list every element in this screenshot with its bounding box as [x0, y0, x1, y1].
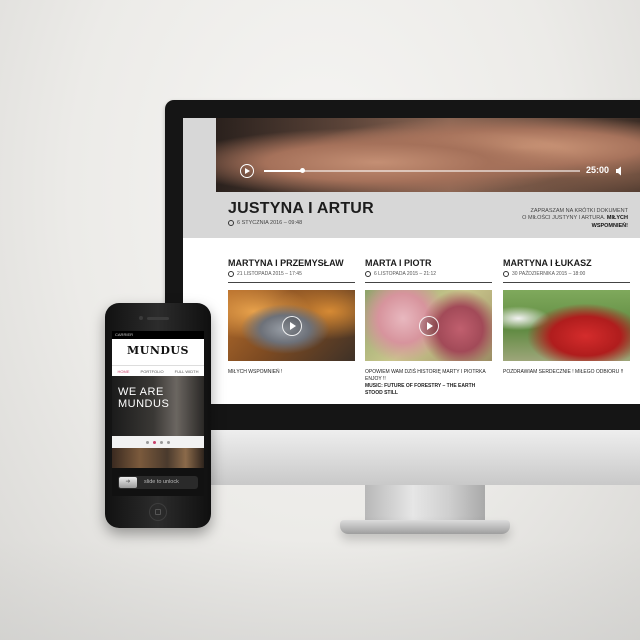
hero-line-2: MUNDUS	[118, 398, 170, 410]
progress-handle[interactable]	[299, 168, 305, 173]
featured-post-date-text: 6 STYCZNIA 2016 – 09:48	[237, 220, 303, 226]
progress-fill	[264, 170, 302, 172]
post-thumbnail[interactable]	[228, 290, 355, 361]
mobile-thumbnail-strip	[112, 448, 204, 468]
play-icon[interactable]	[418, 315, 439, 336]
monitor-chin	[165, 430, 640, 485]
post-card: MARTYNA I ŁUKASZ 30 PAŹDZIERNIKA 2015 – …	[503, 258, 630, 376]
post-date-text: 6 LISTOPADA 2015 – 21:12	[374, 271, 437, 277]
progress-bar[interactable]	[264, 168, 580, 173]
hero-line-1: WE ARE	[118, 386, 164, 398]
posts-grid: MARTYNA I PRZEMYSŁAW 21 LISTOPADA 2015 –…	[228, 258, 640, 404]
carousel-dot-active[interactable]	[153, 440, 156, 444]
post-excerpt: POZDRAWIAM SERDECZNIE ! MIŁEGO ODBIORU !…	[503, 369, 624, 375]
nav-item-home[interactable]: HOME	[118, 369, 130, 374]
featured-post-intro: ZAPRASZAM NA KRÓTKI DOKUMENT O MIŁOŚCI J…	[488, 208, 628, 230]
intro-line-2: O MIŁOŚCI JUSTYNY I ARTURA.	[522, 215, 606, 222]
clock-icon	[228, 271, 234, 277]
post-title[interactable]: MARTA I PIOTR	[365, 258, 492, 268]
play-icon[interactable]	[281, 315, 302, 336]
divider	[365, 282, 492, 283]
player-time: 25:00	[586, 165, 610, 175]
mundus-logo[interactable]: MUNDUS	[112, 344, 204, 357]
divider	[228, 282, 355, 283]
carousel-dot[interactable]	[146, 440, 149, 444]
featured-post-date: 6 STYCZNIA 2016 – 09:48	[228, 220, 302, 226]
nav-item-portfolio[interactable]: PORTFOLIO	[141, 369, 164, 374]
speaker-grille	[147, 317, 169, 320]
clock-icon	[228, 220, 234, 226]
featured-post-title[interactable]: JUSTYNA I ARTUR	[228, 200, 374, 218]
home-button[interactable]	[149, 503, 167, 521]
monitor-stand-base	[340, 520, 510, 534]
post-title[interactable]: MARTYNA I ŁUKASZ	[503, 258, 630, 268]
arrow-right-icon[interactable]: ➜	[119, 477, 137, 488]
phone-screen: CARRIER MUNDUS HOME PORTFOLIO FULL WIDTH…	[112, 331, 204, 496]
clock-icon	[365, 271, 371, 277]
post-thumbnail[interactable]	[503, 290, 630, 361]
slide-to-unlock-label: slide to unlock	[144, 479, 179, 485]
carousel-dot[interactable]	[160, 440, 163, 444]
post-date: 30 PAŹDZIERNIKA 2015 – 18:00	[503, 271, 630, 277]
floor-reflection	[0, 540, 640, 640]
mobile-header: MUNDUS	[112, 339, 204, 365]
mobile-hero: WE ARE MUNDUS	[112, 376, 204, 436]
post-excerpt-line: OPOWIEM WAM DZIŚ HISTORIĘ MARTY I PIOTRK…	[365, 369, 486, 375]
post-excerpt-bold: MUSIC: FUTURE OF FORESTRY – THE EARTH ST…	[365, 383, 476, 396]
post-card: MARTYNA I PRZEMYSŁAW 21 LISTOPADA 2015 –…	[228, 258, 355, 376]
featured-post-section: 25:00 JUSTYNA I ARTUR 6 STYCZNIA 2016 – …	[183, 118, 640, 238]
post-thumbnail[interactable]	[365, 290, 492, 361]
carrier-label: CARRIER	[115, 332, 134, 337]
carousel-dot[interactable]	[167, 440, 170, 444]
smartphone: CARRIER MUNDUS HOME PORTFOLIO FULL WIDTH…	[105, 303, 211, 528]
post-excerpt: MIŁYCH WSPOMNIEŃ !	[228, 369, 283, 375]
divider	[503, 282, 630, 283]
mobile-nav: HOME PORTFOLIO FULL WIDTH	[112, 365, 204, 376]
post-date-text: 21 LISTOPADA 2015 – 17:45	[237, 271, 302, 277]
hero-headline: WE ARE MUNDUS	[118, 386, 169, 410]
status-bar: CARRIER	[112, 331, 204, 339]
volume-icon[interactable]	[614, 165, 626, 177]
clock-icon	[503, 271, 509, 277]
player-controls: 25:00	[216, 158, 640, 184]
post-date-text: 30 PAŹDZIERNIKA 2015 – 18:00	[512, 271, 586, 277]
post-card: MARTA I PIOTR 6 LISTOPADA 2015 – 21:12 O…	[365, 258, 492, 397]
play-icon[interactable]	[240, 164, 254, 178]
lock-slider: ➜ slide to unlock	[112, 468, 204, 496]
slide-to-unlock-track[interactable]: ➜ slide to unlock	[118, 476, 198, 489]
post-title[interactable]: MARTYNA I PRZEMYSŁAW	[228, 258, 355, 268]
post-date: 6 LISTOPADA 2015 – 21:12	[365, 271, 492, 277]
carousel-dots	[112, 436, 204, 448]
monitor-stand-neck	[365, 485, 485, 523]
post-date: 21 LISTOPADA 2015 – 17:45	[228, 271, 355, 277]
nav-item-full-width[interactable]: FULL WIDTH	[175, 369, 199, 374]
desktop-screen: 25:00 JUSTYNA I ARTUR 6 STYCZNIA 2016 – …	[183, 118, 640, 404]
camera-icon	[139, 316, 143, 320]
post-excerpt-line-2: ENJOY !!	[365, 376, 386, 382]
post-excerpt: OPOWIEM WAM DZIŚ HISTORIĘ MARTY I PIOTRK…	[365, 369, 492, 397]
